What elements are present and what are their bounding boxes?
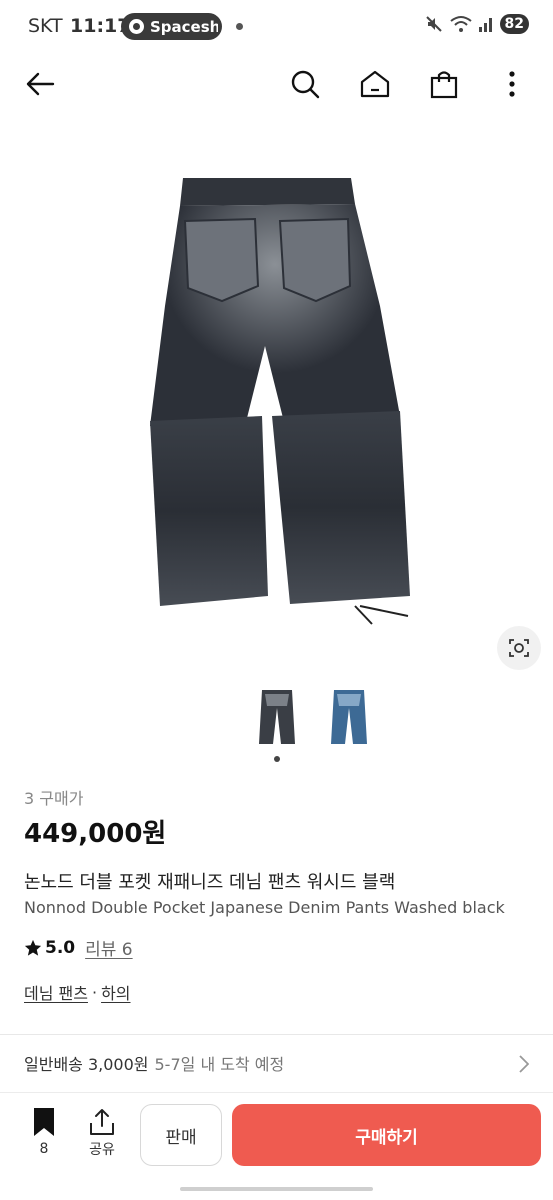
carousel-indicator — [274, 756, 280, 762]
shipping-info-row[interactable]: 일반배송 3,000원 5-7일 내 도착 예정 — [0, 1035, 553, 1091]
shipping-label: 일반배송 3,000원 — [24, 1055, 149, 1074]
more-vertical-icon — [509, 71, 515, 97]
status-icons: 82 — [424, 14, 529, 34]
category-breadcrumb: 데님 팬츠 · 하의 — [24, 980, 131, 1004]
top-navigation — [0, 52, 553, 116]
thumbnail-black-denim[interactable] — [257, 688, 297, 748]
camera-search-icon — [509, 639, 529, 657]
product-image[interactable] — [0, 116, 553, 676]
share-icon — [90, 1109, 114, 1135]
app-pill-label: Spacesh — [150, 17, 218, 36]
app-activity-pill[interactable]: Spacesh — [121, 13, 222, 40]
review-link[interactable]: 리뷰 6 — [85, 935, 133, 960]
sell-button[interactable]: 판매 — [140, 1104, 222, 1166]
mute-icon — [425, 16, 442, 32]
rating-value: 5.0 — [45, 937, 76, 958]
bookmark-icon — [34, 1108, 54, 1136]
wifi-icon — [449, 16, 472, 32]
bookmark-button[interactable]: 8 — [22, 1107, 66, 1167]
thumbnail-blue-denim[interactable] — [329, 688, 369, 748]
parent-category-link[interactable]: 하의 — [101, 980, 130, 1004]
shipping-eta: 5-7일 내 도착 예정 — [154, 1055, 285, 1074]
share-button[interactable]: 공유 — [80, 1107, 124, 1167]
home-button[interactable] — [353, 62, 397, 106]
black-pants-thumbnail — [259, 690, 295, 744]
notification-dot — [236, 23, 243, 30]
share-label: 공유 — [89, 1142, 115, 1158]
product-title-english: Nonnod Double Pocket Japanese Denim Pant… — [24, 898, 505, 917]
image-search-button[interactable] — [497, 626, 541, 670]
rating-row: 5.0 리뷰 6 — [24, 935, 133, 960]
product-title-korean: 논노드 더블 포켓 재패니즈 데님 팬츠 워시드 블랙 — [24, 872, 396, 893]
signal-icon — [478, 18, 492, 32]
product-price: 449,000원 — [24, 819, 167, 849]
buy-button[interactable]: 구매하기 — [232, 1104, 541, 1166]
shopping-bag-icon — [430, 71, 458, 99]
blue-pants-thumbnail — [331, 690, 367, 744]
category-separator: · — [91, 982, 98, 1002]
search-button[interactable] — [283, 62, 327, 106]
category-link[interactable]: 데님 팬츠 — [24, 980, 88, 1004]
carrier-label: SKT — [28, 15, 63, 37]
bookmark-count: 8 — [39, 1141, 49, 1157]
home-icon — [360, 70, 390, 98]
battery-indicator: 82 — [499, 14, 529, 34]
purchase-count: 3 구매가 — [24, 789, 84, 808]
search-icon — [291, 70, 320, 99]
chevron-right-icon — [519, 1055, 529, 1073]
more-options-button[interactable] — [490, 62, 534, 106]
star-icon — [24, 939, 42, 956]
status-bar: SKT 11:17 Spacesh 82 — [0, 0, 553, 52]
denim-pants-image — [150, 178, 410, 625]
back-button[interactable] — [18, 62, 62, 106]
record-icon — [129, 19, 144, 34]
home-indicator — [180, 1187, 373, 1191]
image-thumbnails — [0, 688, 553, 750]
bottom-action-bar: 8 공유 판매 구매하기 — [0, 1092, 553, 1172]
back-arrow-icon — [26, 72, 55, 96]
cart-button[interactable] — [422, 62, 466, 106]
